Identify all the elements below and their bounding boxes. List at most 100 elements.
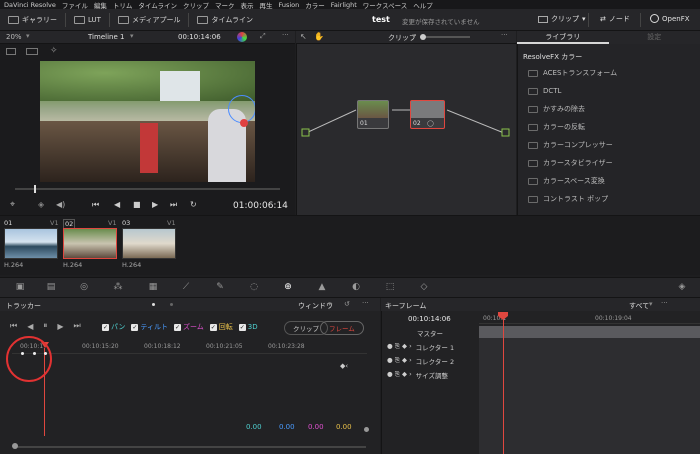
tilt-checkbox[interactable]: ✓ ティルト	[131, 322, 168, 332]
tracker-scrollbar[interactable]	[14, 446, 366, 448]
fx-item[interactable]: カラースペース変換	[517, 172, 700, 190]
sizing-icon[interactable]: ⬚	[384, 282, 396, 293]
clip-thumbnail[interactable]	[122, 228, 176, 259]
track-forward-icon[interactable]: ▶	[57, 322, 63, 331]
fx-item[interactable]: ACESトランスフォーム	[517, 64, 700, 82]
timeline-selector[interactable]: Timeline 1	[88, 33, 124, 41]
layout-icon[interactable]	[6, 48, 16, 55]
volume-icon[interactable]: ◀)	[56, 200, 65, 209]
gallery-button[interactable]: ギャラリー	[8, 15, 57, 25]
page-dot[interactable]	[170, 303, 173, 306]
camera-raw-icon[interactable]: ▣	[14, 282, 26, 293]
chevron-down-icon: ▾	[26, 32, 30, 40]
keyframe-row[interactable]: ● ⎘ ◆ › コレクター 2	[381, 354, 479, 367]
more-options-icon[interactable]: ···	[501, 31, 508, 39]
skip-end-icon[interactable]: ⏭	[170, 200, 177, 210]
track-reverse-start-icon[interactable]: ⏮	[10, 321, 17, 331]
gallery-icon	[8, 15, 19, 24]
fx-item[interactable]: コントラスト ポップ	[517, 190, 700, 208]
fx-item[interactable]: カラースタビライザー	[517, 154, 700, 172]
fullscreen-icon[interactable]: ⤢	[260, 32, 266, 41]
fx-item[interactable]: かすみの除去	[517, 100, 700, 118]
tracker-icon[interactable]: ⊕	[282, 282, 294, 293]
skip-start-icon[interactable]: ⏮	[92, 200, 99, 210]
source-node[interactable]	[301, 128, 310, 137]
fx-item[interactable]: DCTL	[517, 82, 700, 100]
hand-icon[interactable]: ✋	[314, 32, 324, 41]
node-01[interactable]: 01	[357, 100, 389, 129]
motion-effects-icon[interactable]: ▦	[147, 282, 159, 293]
rotate-checkbox[interactable]: ✓ 回転	[209, 322, 233, 332]
tracker-ruler[interactable]: 00:10:1 00:10:15:20 00:10:18:12 00:10:21…	[12, 340, 367, 354]
curves-icon[interactable]: ⟋	[180, 282, 192, 293]
video-frame[interactable]	[40, 61, 255, 182]
stop-icon[interactable]: ■	[133, 200, 141, 209]
page-dot-active[interactable]	[152, 303, 155, 306]
track-reverse-icon[interactable]: ◀	[27, 322, 33, 331]
clip-thumbnail[interactable]	[4, 228, 58, 259]
keyframe-row[interactable]: ● ⎘ ◆ › サイズ調整	[381, 368, 479, 381]
openfx-button[interactable]: OpenFX	[650, 14, 690, 23]
keyframe-filter-select[interactable]: すべて	[629, 301, 649, 311]
ruler-timecode: 00:10:18:12	[144, 343, 181, 350]
keyframe-nav-icon[interactable]: ◆‹	[340, 362, 348, 370]
3d-checkbox[interactable]: ✓ 3D	[238, 323, 258, 331]
more-options-icon[interactable]: ···	[362, 299, 369, 307]
layers-icon[interactable]: ◈	[38, 200, 44, 209]
menu-item[interactable]: DaVinci Resolve	[4, 1, 56, 9]
crosshair-icon[interactable]: ⌖	[10, 200, 15, 210]
node-button[interactable]: ⇄ ノード	[600, 14, 630, 24]
keyframe-row-master[interactable]: マスター	[381, 326, 479, 339]
zoom-select[interactable]: 20%	[6, 33, 22, 41]
qualifier-icon[interactable]: ✎	[214, 282, 226, 293]
window-icon[interactable]: ◌	[248, 282, 260, 293]
3d-icon[interactable]: ◇	[418, 282, 430, 293]
output-node[interactable]	[501, 128, 510, 137]
frame-mode-button[interactable]: フレーム	[320, 321, 364, 335]
scrubber-handle[interactable]	[34, 185, 36, 193]
tab-library[interactable]: ライブラリ	[517, 31, 609, 44]
keyframe-row[interactable]: ● ⎘ ◆ › コレクター 1	[381, 340, 479, 353]
timeline-button[interactable]: タイムライン	[197, 15, 253, 25]
more-options-icon[interactable]: ···	[282, 31, 289, 39]
menu-item[interactable]: Fairlight	[331, 1, 357, 9]
menu-item[interactable]: Fusion	[278, 1, 299, 9]
color-match-icon[interactable]: ▤	[45, 282, 57, 293]
keyframes-icon[interactable]: ◈	[676, 282, 688, 293]
color-wheels-icon[interactable]: ◎	[78, 282, 90, 293]
scrollbar-handle[interactable]	[12, 443, 18, 449]
pan-checkbox[interactable]: ✓ パン	[102, 322, 125, 332]
zoom-slider-handle[interactable]	[420, 34, 426, 40]
keyframe-ruler[interactable]: 00:10:1 00:10:19:04	[479, 311, 700, 324]
check-icon: ✓	[131, 323, 139, 331]
fx-item[interactable]: カラーコンプレッサー	[517, 136, 700, 154]
top-toolbar: ギャラリー LUT メディアプール タイムライン test 変更が保存されていま…	[0, 9, 700, 31]
key-icon[interactable]: ◐	[350, 282, 362, 293]
more-options-icon[interactable]: ···	[661, 299, 668, 307]
rgb-mixer-icon[interactable]: ⁂	[112, 282, 124, 293]
lut-button[interactable]: LUT	[74, 15, 101, 24]
node-02[interactable]: 02 ◯	[410, 100, 445, 129]
zoom-handle[interactable]	[364, 427, 369, 432]
fx-item[interactable]: カラーの反転	[517, 118, 700, 136]
master-track-bar[interactable]	[479, 326, 700, 338]
blur-icon[interactable]: ▲	[316, 282, 328, 293]
media-pool-button[interactable]: メディアプール	[117, 15, 180, 25]
chevron-down-icon: ▾	[130, 32, 134, 40]
split-view-icon[interactable]	[26, 48, 38, 55]
loop-icon[interactable]: ↻	[190, 200, 197, 209]
play-icon[interactable]: ▶	[152, 200, 158, 209]
track-forward-end-icon[interactable]: ⏭	[74, 321, 81, 331]
pointer-icon[interactable]: ↖	[300, 32, 307, 41]
zoom-checkbox[interactable]: ✓ ズーム	[173, 322, 204, 332]
color-wheel-icon[interactable]	[237, 32, 247, 42]
reset-icon[interactable]: ↺	[344, 300, 350, 308]
scrubber-track[interactable]	[15, 188, 280, 190]
clip-thumbnail-selected[interactable]	[63, 228, 117, 259]
step-back-icon[interactable]: ◀	[114, 200, 120, 209]
pause-icon[interactable]: ⏸	[43, 321, 47, 331]
magic-wand-icon[interactable]: ✧	[50, 46, 58, 56]
zoom-slider[interactable]	[420, 36, 470, 38]
clip-button[interactable]: クリップ ▾	[538, 14, 586, 24]
tab-settings[interactable]: 設定	[609, 31, 700, 44]
